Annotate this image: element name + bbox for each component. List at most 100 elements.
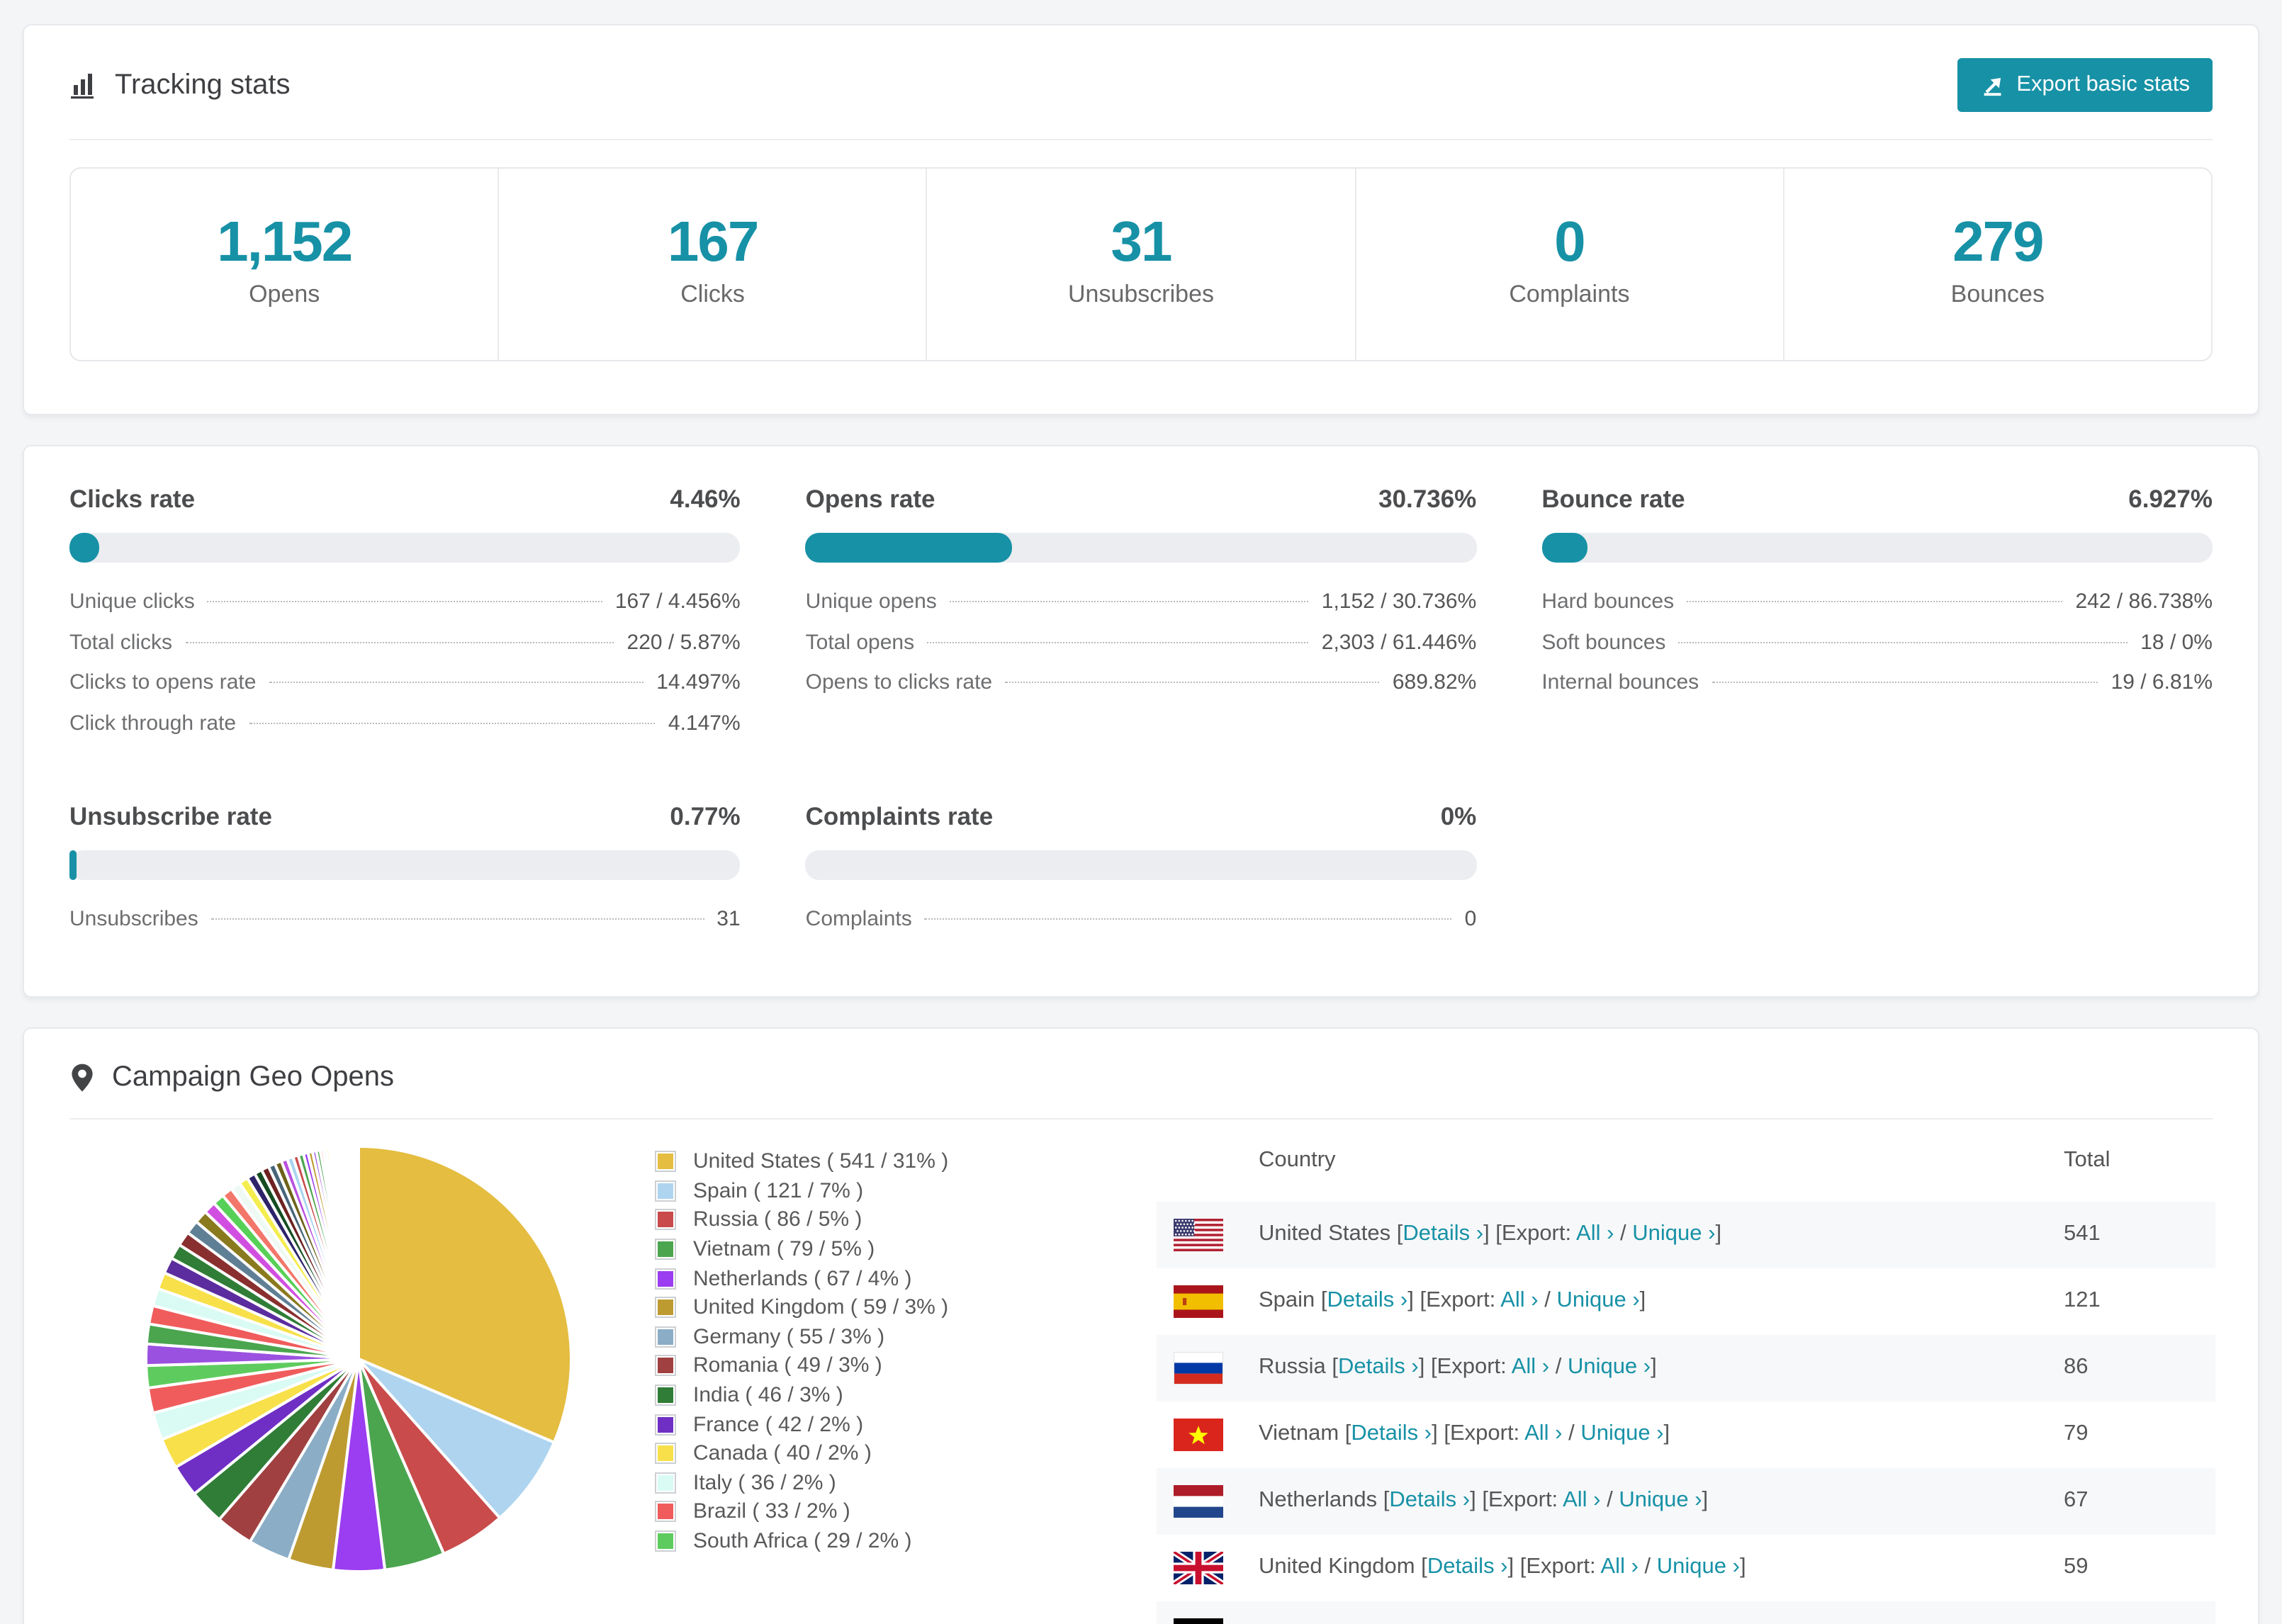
geo-table-header-total: Total [2064,1147,2110,1171]
geo-table-clip: Country Total United States [Details ›] … [1157,1119,2215,1624]
flag-icon-de [1174,1618,1223,1624]
rate-stat-row: Unsubscribes 31 [69,907,741,947]
legend-label: United Kingdom ( 59 / 3% ) [693,1295,949,1320]
rate-title: Bounce rate [1541,485,1685,513]
details-link[interactable]: Details › [1351,1421,1432,1445]
country-cell: Germany [Details ›] [Export: All › / Uni… [1259,1621,2064,1624]
export-unique-link[interactable]: Unique › [1591,1621,1674,1624]
rate-stat-list: Unique clicks 167 / 4.456% Total clicks 220… [69,590,741,751]
rate-value: 0% [1440,802,1477,830]
legend-swatch [655,1501,676,1523]
geo-opens-title: Campaign Geo Opens [69,1061,394,1093]
tracking-stats-title: Tracking stats [69,69,291,101]
country-cell: United States [Details ›] [Export: All ›… [1259,1222,1722,1246]
rate-stat-label: Opens to clicks rate [805,670,993,694]
rate-title-row: Clicks rate 4.46% [69,485,741,514]
bar-chart-icon [71,74,94,99]
export-unique-link[interactable]: Unique › [1580,1421,1663,1445]
country-cell: Russia [Details ›] [Export: All › / Uniq… [1259,1355,1657,1379]
summary-stat-label: Clicks [680,281,745,308]
rate-stat-label: Clicks to opens rate [69,670,257,694]
rates-row-1: Clicks rate 4.46% Unique clicks 167 / 4.456… [24,446,2258,751]
rate-stat-row: Unique clicks 167 / 4.456% [69,590,741,630]
table-row-gb: United Kingdom [Details ›] [Export: All … [1157,1534,2215,1601]
rate-stat-list: Complaints 0 [806,907,1477,947]
export-all-link[interactable]: All › [1500,1288,1538,1312]
legend-item: Russia ( 86 / 5% ) [655,1205,948,1234]
rate-title-row: Unsubscribe rate 0.77% [69,802,741,832]
rate-progress-bar [1541,533,2213,563]
legend-swatch [655,1414,676,1436]
dotted-leader [269,682,644,683]
total-cell: 79 [2064,1421,2089,1445]
details-link[interactable]: Details › [1361,1621,1442,1624]
dotted-leader [1687,601,2063,602]
summary-stat-cell: 1,152 Opens [71,169,498,360]
total-cell: 121 [2064,1288,2101,1312]
legend-label: Netherlands ( 67 / 4% ) [693,1266,912,1291]
export-basic-stats-button[interactable]: Export basic stats [1957,58,2213,112]
rate-value: 6.927% [2128,485,2213,513]
details-link[interactable]: Details › [1327,1288,1408,1312]
total-cell: 59 [2064,1555,2089,1579]
export-all-link[interactable]: All › [1576,1222,1614,1246]
details-link[interactable]: Details › [1338,1355,1419,1379]
legend-item: Canada ( 40 / 2% ) [655,1439,948,1468]
summary-stat-label: Opens [249,281,320,308]
rate-stat-value: 31 [716,907,741,931]
legend-swatch [655,1268,676,1290]
rate-progress-fill [1541,533,1588,563]
legend-label: Vietnam ( 79 / 5% ) [693,1237,875,1262]
legend-swatch [655,1239,676,1261]
legend-label: India ( 46 / 3% ) [693,1383,843,1408]
legend-item: United States ( 541 / 31% ) [655,1147,948,1176]
legend-swatch [655,1297,676,1319]
summary-stat-cell: 31 Unsubscribes [926,169,1354,360]
total-cell: 86 [2064,1355,2089,1379]
rate-stat-label: Complaints [805,907,912,931]
legend-label: Romania ( 49 / 3% ) [693,1353,882,1378]
export-unique-link[interactable]: Unique › [1632,1222,1715,1246]
geo-opens-table: Country Total United States [Details ›] … [1157,1119,2215,1624]
rate-progress-bar [69,533,741,563]
rate-stat-row: Opens to clicks rate 689.82% [806,670,1477,711]
flag-icon-nl [1174,1484,1223,1517]
tracking-stats-header: Tracking stats Export basic stats [24,26,2258,139]
summary-stat-value: 1,152 [217,211,353,274]
export-unique-link[interactable]: Unique › [1657,1555,1740,1579]
details-link[interactable]: Details › [1427,1555,1508,1579]
legend-swatch [655,1472,676,1494]
export-all-link[interactable]: All › [1512,1355,1549,1379]
details-link[interactable]: Details › [1389,1488,1470,1512]
legend-swatch [655,1151,676,1173]
rate-stat-value: 167 / 4.456% [614,590,741,614]
legend-swatch [655,1530,676,1552]
rate-title-row: Bounce rate 6.927% [1541,485,2213,514]
export-unique-link[interactable]: Unique › [1568,1355,1651,1379]
legend-item: Netherlands ( 67 / 4% ) [655,1264,948,1293]
rates-card: Clicks rate 4.46% Unique clicks 167 / 4.456… [23,445,2259,997]
rate-value: 0.77% [670,802,741,830]
dotted-leader [1712,682,2098,683]
summary-stat-cell: 279 Bounces [1782,169,2211,360]
export-unique-link[interactable]: Unique › [1556,1288,1639,1312]
tracking-stats-title-text: Tracking stats [115,69,291,100]
rate-title: Opens rate [805,485,935,513]
export-unique-link[interactable]: Unique › [1619,1488,1702,1512]
details-link[interactable]: Details › [1403,1222,1483,1246]
legend-swatch [655,1326,676,1348]
export-all-link[interactable]: All › [1563,1488,1600,1512]
legend-label: Germany ( 55 / 3% ) [693,1324,885,1349]
rate-block-opens-rate: Opens rate 30.736% Unique opens 1,152 / 30.… [805,485,1477,751]
rate-progress-fill [69,850,77,880]
export-all-link[interactable]: All › [1524,1421,1562,1445]
table-row-ru: Russia [Details ›] [Export: All › / Uniq… [1157,1334,2215,1401]
legend-item: Brazil ( 33 / 2% ) [655,1497,948,1526]
rate-stat-value: 4.147% [668,711,741,735]
rate-stat-value: 18 / 0% [2140,630,2213,654]
rate-block-complaints-rate: Complaints rate 0% Complaints 0 [805,802,1477,947]
export-all-link[interactable]: All › [1601,1555,1639,1579]
summary-stat-label: Bounces [1950,281,2045,308]
export-all-link[interactable]: All › [1534,1621,1572,1624]
page: Tracking stats Export basic stats 1,152 O… [0,0,2282,1624]
